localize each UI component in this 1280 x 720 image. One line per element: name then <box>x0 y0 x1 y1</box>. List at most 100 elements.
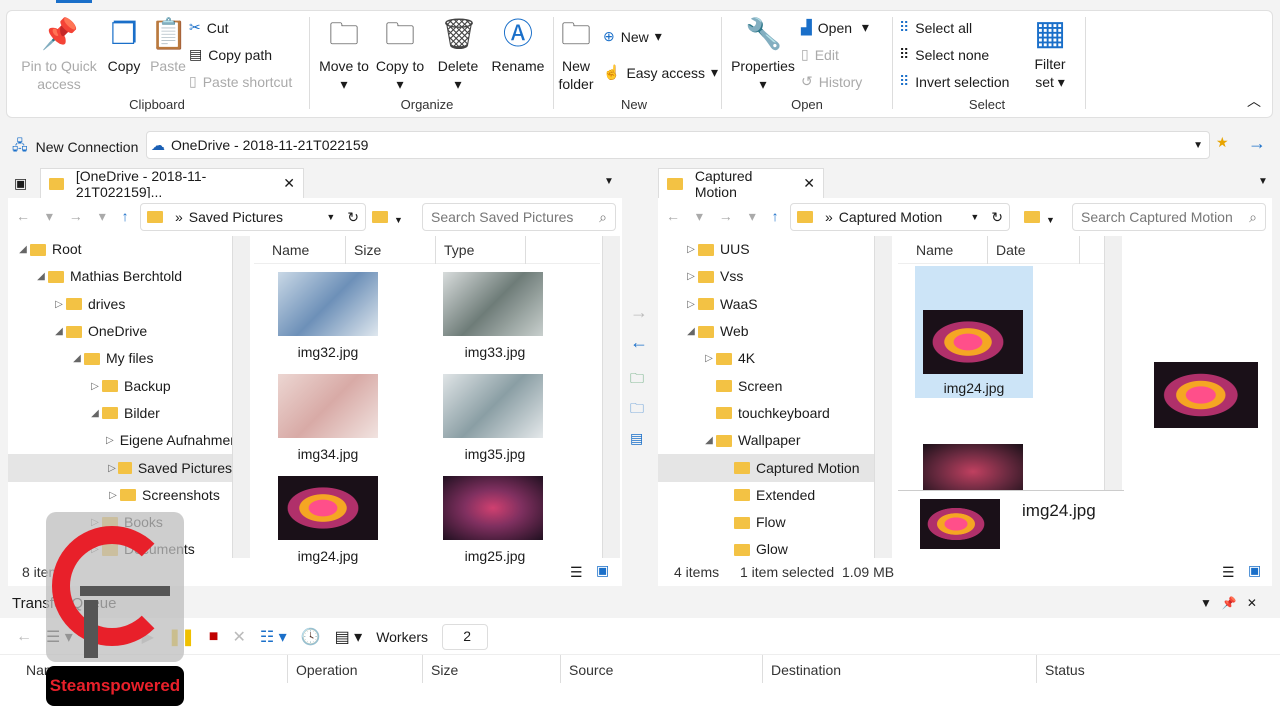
copy-path-button[interactable]: ▤ Copy path <box>189 46 272 63</box>
delete-button[interactable]: 🗑 Delete ▾ <box>431 17 485 93</box>
connection-selector[interactable]: ☁ OneDrive - 2018-11-21T022159 ▼ <box>146 131 1210 159</box>
folder-copy-icon[interactable]: 🗀 <box>630 398 644 422</box>
tree-item[interactable]: ◢ My files <box>8 345 232 372</box>
expand-arrow-icon[interactable]: ▷ <box>106 427 114 454</box>
folder-options-button[interactable]: ▼ <box>1024 210 1055 226</box>
column-size[interactable]: Size <box>346 236 436 264</box>
nav-buttons[interactable]: ← ▾ → ▾ ↑ <box>666 208 785 225</box>
expand-arrow-icon[interactable]: ▷ <box>106 482 120 509</box>
tree-scrollbar[interactable] <box>232 236 250 558</box>
column-operation[interactable]: Operation <box>287 655 421 683</box>
cut-button[interactable]: ✂ Cut <box>189 19 229 36</box>
tree-item[interactable]: ◢ Mathias Berchtold <box>8 263 232 290</box>
right-path-bar[interactable]: » Captured Motion ▼ ↻ <box>790 203 1010 231</box>
expand-arrow-icon[interactable]: ▷ <box>684 236 698 263</box>
file-name[interactable]: img35.jpg <box>435 446 555 462</box>
clock-icon[interactable]: 🕓 <box>301 627 321 647</box>
thumbnail-view-icon[interactable]: ▣ <box>596 562 609 579</box>
move-to-button[interactable]: 🗀 Move to ▾ <box>319 17 369 93</box>
new-button[interactable]: ⊕ New ▾ <box>603 28 662 45</box>
column-status[interactable]: Status <box>1036 655 1276 683</box>
expand-arrow-icon[interactable]: ◢ <box>702 427 716 454</box>
thumbnail-img33[interactable] <box>443 272 543 336</box>
tree-item[interactable]: ◢ Wallpaper <box>658 427 874 454</box>
column-name[interactable]: Name <box>264 236 346 264</box>
edit-button[interactable]: ▯ Edit <box>801 46 839 63</box>
tree-item[interactable]: Glow <box>658 536 874 558</box>
tree-item[interactable]: ◢ OneDrive <box>8 318 232 345</box>
expand-arrow-icon[interactable]: ▷ <box>702 345 716 372</box>
tab-list-dropdown[interactable]: ▼ <box>1258 176 1268 187</box>
filter-set-button[interactable]: ▦ Filter set ▾ <box>1025 15 1075 91</box>
tree-item[interactable]: ▷ WaaS <box>658 291 874 318</box>
files-scrollbar[interactable] <box>1104 236 1122 490</box>
right-search-input[interactable]: Search Captured Motion ⌕ <box>1072 203 1266 231</box>
tree-item[interactable]: ▷ 4K <box>658 345 874 372</box>
queue-window-controls[interactable]: ▼📌✕ <box>1200 596 1267 610</box>
copy-right-arrow-icon[interactable]: → <box>630 302 648 323</box>
close-tab-icon[interactable]: ✕ <box>803 175 815 192</box>
column-destination[interactable]: Destination <box>762 655 1036 683</box>
expand-arrow-icon[interactable]: ◢ <box>16 236 30 263</box>
expand-arrow-icon[interactable]: ◢ <box>684 318 698 345</box>
connect-arrow-icon[interactable]: → <box>1248 133 1266 154</box>
history-button[interactable]: ↺ History <box>801 73 862 90</box>
tree-item[interactable]: Flow <box>658 509 874 536</box>
thumbnail-view-icon[interactable]: ▣ <box>1248 562 1261 579</box>
new-connection-button[interactable]: 🖧 New Connection <box>12 135 138 159</box>
collapse-ribbon-icon[interactable]: ︿ <box>1247 91 1261 111</box>
expand-arrow-icon[interactable]: ◢ <box>34 263 48 290</box>
tree-item[interactable]: ◢ Web <box>658 318 874 345</box>
close-tab-icon[interactable]: ✕ <box>283 175 295 192</box>
select-all-button[interactable]: ⠿ Select all <box>899 19 972 36</box>
tree-item[interactable]: ▷ UUS <box>658 236 874 263</box>
pane-menu-icon[interactable]: ▣ <box>14 175 27 192</box>
copy-to-button[interactable]: 🗀 Copy to ▾ <box>375 17 425 93</box>
tree-item[interactable]: ▷ Eigene Aufnahmen <box>8 427 232 454</box>
thumbnail-img35[interactable] <box>443 374 543 438</box>
back-icon[interactable]: ← <box>16 628 32 646</box>
tree-item[interactable]: ▷ Vss <box>658 263 874 290</box>
tree-item[interactable]: ▷ drives <box>8 291 232 318</box>
file-name[interactable]: img34.jpg <box>268 446 388 462</box>
nav-buttons[interactable]: ← ▾ → ▾ ↑ <box>16 208 135 225</box>
refresh-icon[interactable]: ↻ <box>991 209 1003 226</box>
column-name[interactable]: Name <box>908 236 988 264</box>
easy-access-button[interactable]: ☝ Easy access ▾ <box>603 64 718 81</box>
tree-item[interactable]: Screen <box>658 372 874 399</box>
tree-item[interactable]: Captured Motion <box>658 454 874 482</box>
expand-arrow-icon[interactable]: ◢ <box>70 345 84 372</box>
stop-icon[interactable]: ■ <box>209 628 219 646</box>
workers-stepper[interactable]: 2 <box>442 624 489 650</box>
file-name[interactable]: img25.jpg <box>435 548 555 564</box>
column-source[interactable]: Source <box>560 655 762 683</box>
invert-selection-button[interactable]: ⠿ Invert selection <box>899 73 1009 90</box>
left-tab[interactable]: [OneDrive - 2018-11-21T022159]... ✕ <box>40 168 304 200</box>
file-name[interactable]: img24.jpg <box>268 548 388 564</box>
folder-sync-icon[interactable]: 🗀 <box>630 368 644 392</box>
file-name[interactable]: img33.jpg <box>435 344 555 360</box>
pin-quick-access-button[interactable]: 📌 Pin to Quick access <box>15 17 103 93</box>
thumbnail-partial[interactable] <box>923 444 1023 490</box>
tree-item[interactable]: ▷ Saved Pictures <box>8 454 232 482</box>
paste-button[interactable]: 📋 Paste <box>145 17 191 75</box>
thumbnail-img24[interactable] <box>278 476 378 540</box>
tab-list-dropdown[interactable]: ▼ <box>604 176 614 187</box>
tree-item[interactable]: ◢ Bilder <box>8 400 232 427</box>
rename-button[interactable]: Ⓐ Rename <box>487 17 549 75</box>
compare-icon[interactable]: ▤ <box>630 430 643 447</box>
file-name[interactable]: img24.jpg <box>914 380 1034 396</box>
list-options-icon[interactable]: ☷ ▾ <box>260 627 287 647</box>
copy-button[interactable]: ❐ Copy <box>99 17 149 75</box>
thumbnail-img24[interactable] <box>923 310 1023 374</box>
expand-arrow-icon[interactable]: ◢ <box>88 400 102 427</box>
new-folder-button[interactable]: 🗀 New folder <box>553 17 599 93</box>
copy-left-arrow-icon[interactable]: ← <box>630 332 648 353</box>
details-view-icon[interactable]: ☰ <box>570 564 583 581</box>
paste-shortcut-button[interactable]: ▯ Paste shortcut <box>189 73 292 90</box>
thumbnail-img34[interactable] <box>278 374 378 438</box>
expand-arrow-icon[interactable]: ▷ <box>88 373 102 400</box>
tree-item[interactable]: touchkeyboard <box>658 400 874 427</box>
tree-item[interactable]: ▷ Screenshots <box>8 482 232 509</box>
favorite-icon[interactable]: ★ <box>1216 134 1229 151</box>
